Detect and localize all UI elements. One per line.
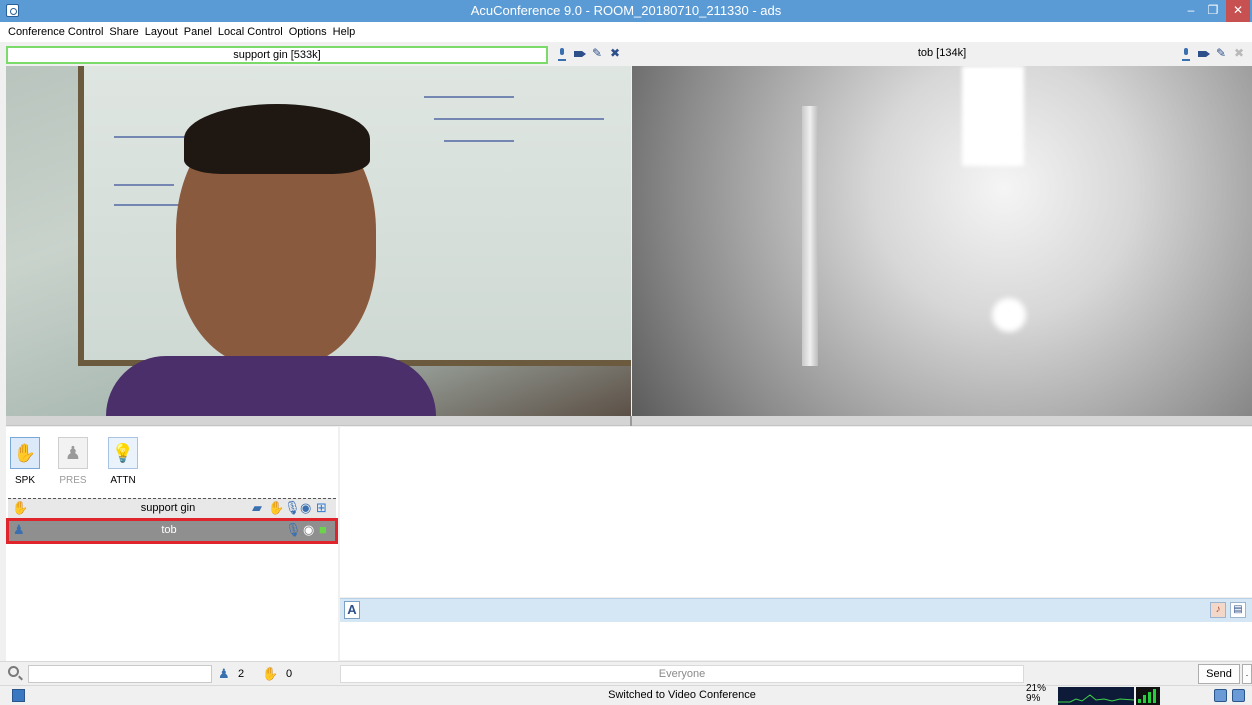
title-bar: AcuConference 9.0 - ROOM_20180710_211330…	[0, 0, 1252, 22]
video-feed-tob[interactable]	[632, 66, 1252, 416]
status-message: Switched to Video Conference	[608, 689, 756, 701]
menu-layout[interactable]: Layout	[145, 26, 178, 38]
pin-icon[interactable]	[592, 46, 604, 60]
signal-strength-icon	[1136, 687, 1160, 705]
attention-button[interactable]: 💡	[108, 437, 138, 469]
video-person-shirt	[106, 356, 436, 416]
video-name: support gin [533k]	[233, 49, 321, 61]
webcam-icon[interactable]: ◉	[300, 500, 311, 516]
menu-panel[interactable]: Panel	[184, 26, 212, 38]
hand-raised-icon: ✋	[12, 500, 29, 515]
maximize-button[interactable]: ❐	[1202, 0, 1224, 22]
recipient-select[interactable]: Everyone	[340, 665, 1024, 683]
video-spot-light	[992, 298, 1026, 332]
user-icon: ♟	[13, 522, 25, 537]
layout-icon[interactable]	[12, 689, 25, 702]
menu-conference-control[interactable]: Conference Control	[8, 26, 103, 38]
search-input[interactable]	[28, 665, 212, 683]
video-name: tob [134k]	[917, 47, 967, 59]
window-title: AcuConference 9.0 - ROOM_20180710_211330…	[470, 3, 782, 18]
attention-label: ATTN	[110, 475, 136, 486]
hand-icon: ✋	[13, 442, 37, 463]
close-video-icon[interactable]	[610, 46, 622, 60]
participant-name: tob	[161, 524, 177, 536]
bottom-bar: ♟ 2 ✋ 0 Everyone Send .	[0, 661, 1252, 685]
video-header-support-gin[interactable]: support gin [533k]	[6, 46, 548, 64]
menu-options[interactable]: Options	[289, 26, 327, 38]
camera-icon[interactable]	[1198, 48, 1210, 60]
video-controls-left	[556, 46, 622, 61]
menu-bar: Conference Control Share Layout Panel Lo…	[0, 22, 1252, 42]
hand-count: 0	[286, 668, 293, 680]
participant-row[interactable]: ✋ support gin ▰ ✋ 🎙 ◉ ⊞	[8, 498, 336, 518]
font-button[interactable]: A	[344, 601, 360, 619]
participant-row-selected[interactable]: ♟ tob 🎙 ◉ ■	[6, 518, 338, 544]
chat-attach-icon[interactable]: ♪	[1210, 602, 1226, 618]
screen-icon[interactable]: ▰	[252, 500, 262, 516]
microphone-icon[interactable]: 🎙	[284, 500, 301, 516]
vertical-splitter[interactable]	[630, 416, 632, 426]
video-wall-edge	[802, 106, 818, 366]
lightbulb-icon: 💡	[111, 442, 135, 463]
save-icon[interactable]: ▤	[1230, 602, 1246, 618]
menu-local-control[interactable]: Local Control	[218, 26, 283, 38]
cpu-graph	[1058, 687, 1134, 705]
hand-count-icon: ✋	[262, 666, 279, 681]
cpu-usage-bottom: 9%	[1026, 693, 1041, 704]
microphone-icon[interactable]	[556, 48, 568, 61]
hand-icon[interactable]: ✋	[268, 500, 284, 516]
present-label: PRES	[59, 475, 87, 486]
microphone-icon[interactable]: 🎙	[285, 522, 302, 538]
present-button[interactable]: ♟	[58, 437, 88, 469]
send-button[interactable]: Send	[1198, 664, 1240, 684]
speak-button[interactable]: ✋	[10, 437, 40, 469]
participants-icon: ♟	[218, 666, 230, 681]
menu-help[interactable]: Help	[333, 26, 356, 38]
status-bar: Switched to Video Conference 21% 9%	[0, 684, 1252, 705]
participant-panel: ✋ SPK ♟ PRES 💡 ATTN ✋ support gin ▰ ✋ 🎙 …	[6, 427, 338, 661]
horizontal-splitter[interactable]	[6, 416, 1252, 426]
video-person-hair	[184, 104, 370, 174]
microphone-icon[interactable]	[1180, 48, 1192, 61]
windows-icon: ⊞	[316, 500, 327, 515]
cpu-usage: 21% 9%	[1026, 684, 1046, 704]
minimize-button[interactable]: –	[1180, 0, 1202, 22]
speak-label: SPK	[14, 475, 35, 486]
presenter-icon: ♟	[64, 442, 82, 463]
camera-icon[interactable]	[574, 48, 586, 60]
send-options-button[interactable]: .	[1242, 664, 1252, 684]
status-green-icon: ■	[319, 522, 327, 537]
webcam-icon[interactable]: ◉	[303, 522, 314, 538]
video-controls-right	[1180, 46, 1246, 61]
video-feed-support-gin[interactable]	[6, 66, 631, 416]
profile-icon[interactable]	[1232, 689, 1245, 702]
chat-toolbar: A ♪ ▤	[340, 598, 1252, 622]
close-video-icon[interactable]	[1234, 46, 1246, 60]
chat-history[interactable]	[340, 427, 1252, 597]
participant-count: 2	[238, 668, 245, 680]
pin-icon[interactable]	[1216, 46, 1228, 60]
menu-share[interactable]: Share	[109, 26, 138, 38]
info-icon[interactable]	[1214, 689, 1227, 702]
participant-name: support gin	[140, 502, 196, 514]
video-ceiling-light	[962, 66, 1024, 166]
video-header-tob[interactable]: tob [134k]	[632, 46, 1252, 64]
search-icon	[8, 666, 19, 677]
close-button[interactable]: ✕	[1226, 0, 1250, 22]
chat-input[interactable]	[340, 622, 1252, 660]
